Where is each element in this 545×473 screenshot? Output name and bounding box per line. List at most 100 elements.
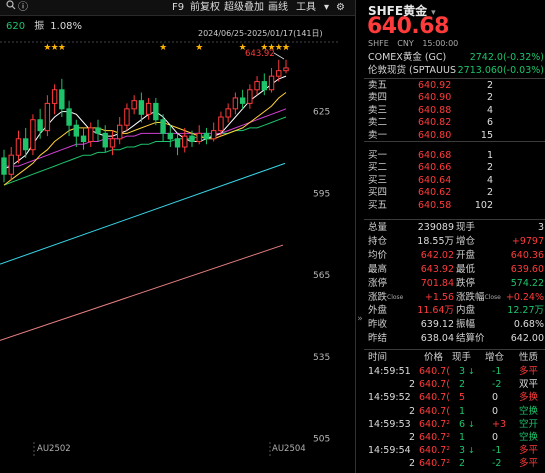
stat-value: +9797 [511, 235, 544, 247]
kline-chart[interactable]: 620 振 1.08% 625 595 565 535 505 ★ ★ ★ ★ ★ ★ ★ ★ ★ ★ ★ 202… [0, 16, 355, 456]
candle-body [116, 124, 123, 140]
ref-quote-change: (-0.32%) [502, 52, 544, 63]
orderbook-price: 640.62 [418, 187, 452, 199]
collapse-panel-icon[interactable]: » [356, 312, 364, 326]
search-icon[interactable] [6, 0, 16, 15]
tick-nature: 空换 [519, 432, 539, 443]
y-axis-label: 505 [313, 435, 330, 445]
tick-price: 640.7² [419, 458, 451, 470]
ask-row[interactable]: 卖五 640.92 2 [364, 80, 545, 92]
candle-body [131, 100, 137, 110]
tools-button[interactable]: 工具 [296, 0, 316, 15]
event-star-icon: ★ [58, 43, 66, 53]
ask-row[interactable]: 卖四 640.90 2 [364, 92, 545, 104]
stat-label-text: 开盘 [456, 249, 476, 261]
stat-row: 外盘 11.64万 内盘 12.27万 [364, 305, 545, 317]
ask-row[interactable]: 卖二 640.82 6 [364, 117, 545, 129]
tick-row: 2 640.7² 2 -2 多平 [364, 458, 545, 470]
currency: CNY [397, 39, 414, 48]
tick-row: 14:59:53 640.7² 6 ↓ +3 空开 [364, 419, 545, 431]
candle-body [95, 127, 101, 134]
tick-arrow-icon: ↓ [468, 367, 475, 376]
stat-label: 内盘 [456, 305, 475, 317]
stat-label-sup: Close [387, 293, 404, 301]
tick-time: 14:59:51 [368, 366, 411, 377]
bid-row[interactable]: 买一 640.68 1 [364, 150, 545, 162]
tick-volume: 2 [459, 458, 466, 470]
candle-body [276, 70, 282, 77]
orderbook-label: 买一 [368, 150, 388, 161]
quote-time: 15:00:00 [422, 39, 459, 48]
y-axis-label: 595 [313, 189, 330, 199]
orderbook-qty: 1 [486, 150, 493, 161]
candle-body [124, 108, 130, 126]
f9-button[interactable]: F9 [172, 0, 184, 15]
stat-value: 11.64万 [417, 305, 454, 317]
tick-nature: 多平 [519, 458, 539, 470]
candle-body [22, 138, 29, 151]
stat-value: 574.22 [510, 277, 544, 289]
ref-quote-row[interactable]: 伦敦现货 (SPTAUUS 2713.060(-0.03%) [364, 64, 545, 77]
adjust-button[interactable]: 前复权 [190, 0, 220, 15]
tick-price: 640.7( [419, 366, 450, 377]
candle-body [189, 135, 195, 143]
event-star-icon: ★ [195, 43, 203, 53]
candle-body [30, 119, 36, 151]
stat-label-text: 跌停 [456, 277, 476, 289]
high-price-marker: 643.92 [245, 49, 275, 59]
stat-label: 增仓 [456, 236, 475, 248]
tick-oi: -1 [492, 445, 502, 457]
stat-label: 昨收 [368, 319, 387, 331]
stat-label-text: 昨收 [368, 319, 388, 331]
candle-body [203, 132, 210, 140]
stat-label-text: 总量 [368, 222, 388, 233]
info-icon[interactable]: ⓘ [18, 0, 28, 15]
candle-body [196, 132, 202, 143]
stat-label-text: 增仓 [456, 235, 476, 247]
draw-button[interactable]: 画线 [268, 0, 288, 15]
orderbook-label: 卖二 [368, 117, 388, 129]
bid-row[interactable]: 买四 640.62 2 [364, 187, 545, 199]
stat-row: 最高 643.92 最低 639.60 [364, 264, 545, 276]
tick-oi: -2 [492, 379, 502, 391]
tick-oi: 0 [492, 432, 499, 443]
orderbook-qty: 4 [486, 104, 493, 116]
stat-value: 12.27万 [507, 305, 544, 317]
orderbook-price: 640.92 [418, 80, 452, 91]
bid-row[interactable]: 买五 640.58 102 [364, 200, 545, 212]
stat-label: 涨跌幅Close [456, 292, 501, 304]
tick-nature: 空开 [519, 418, 539, 430]
orderbook-label: 买四 [368, 187, 388, 199]
tools-menu-icon[interactable]: ▾ [324, 0, 329, 15]
ref-quote-value: 2742.0(-0.32%) [470, 51, 544, 64]
overlay-button[interactable]: 超级叠加 [224, 0, 264, 15]
divider [364, 141, 545, 142]
candle-body [138, 100, 145, 115]
stat-label: 外盘 [368, 305, 387, 317]
orderbook-label: 买三 [368, 174, 388, 186]
stat-label: 昨结 [368, 333, 387, 345]
stat-label: 均价 [368, 250, 387, 262]
divider [364, 349, 545, 350]
orderbook-label: 买五 [368, 199, 388, 211]
tick-time: 2 [409, 379, 416, 391]
ticks-col-vol: 现手 [452, 352, 472, 363]
settings-icon[interactable]: ⚙ [336, 0, 345, 15]
orderbook-price: 640.68 [418, 150, 452, 161]
stat-value: 18.55万 [417, 235, 454, 247]
panel-divider[interactable] [355, 0, 356, 473]
ask-row[interactable]: 卖三 640.88 4 [364, 105, 545, 117]
ask-row[interactable]: 卖一 640.80 15 [364, 130, 545, 142]
orderbook-price: 640.82 [418, 117, 452, 129]
ref-quote-row[interactable]: COMEX黄金 (GC) 2742.0(-0.32%) [364, 51, 545, 64]
bid-row[interactable]: 买二 640.66 2 [364, 162, 545, 174]
stat-label-text: 昨结 [368, 333, 388, 345]
tick-oi: +3 [492, 418, 507, 430]
candle-body [174, 138, 181, 148]
candle-body [15, 138, 22, 156]
candle-body [109, 138, 116, 148]
stat-row: 涨停 701.84 跌停 574.22 [364, 278, 545, 290]
y-axis-label: 535 [313, 353, 330, 363]
bid-row[interactable]: 买三 640.64 4 [364, 175, 545, 187]
orderbook-qty: 2 [486, 80, 493, 91]
